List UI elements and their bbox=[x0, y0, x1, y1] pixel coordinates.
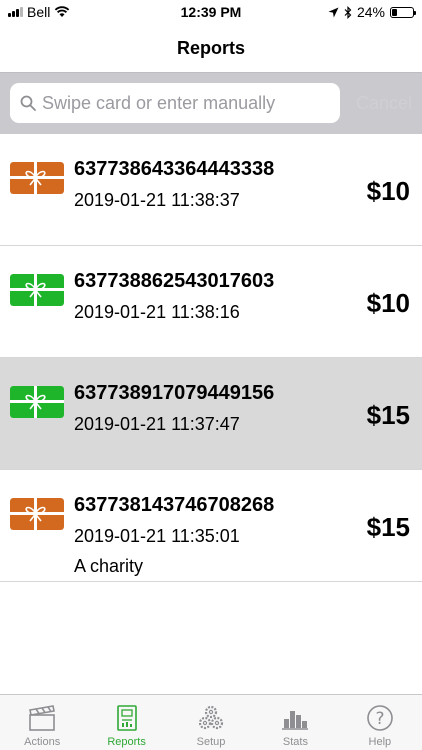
card-amount: $15 bbox=[366, 512, 410, 542]
tab-label: Actions bbox=[24, 736, 61, 748]
gift-card-orange-icon bbox=[10, 162, 64, 194]
card-datetime: 2019-01-21 11:38:16 bbox=[74, 302, 240, 322]
card-number: 637738643364443338 bbox=[74, 158, 275, 180]
report-row-selected[interactable]: 637738917079449156 2019-01-21 11:37:47 $… bbox=[0, 358, 422, 470]
card-number: 637738143746708268 bbox=[74, 494, 275, 516]
tab-label: Stats bbox=[282, 736, 308, 748]
tab-label: Reports bbox=[107, 736, 146, 748]
card-datetime: 2019-01-21 11:38:37 bbox=[74, 190, 240, 210]
tab-actions[interactable]: Actions bbox=[0, 695, 84, 750]
gift-card-orange-icon bbox=[10, 498, 64, 530]
svg-text:?: ? bbox=[375, 709, 384, 729]
gears-icon bbox=[198, 705, 224, 730]
card-datetime: 2019-01-21 11:37:47 bbox=[74, 414, 240, 434]
bar-chart-icon bbox=[282, 711, 309, 730]
search-input[interactable] bbox=[42, 92, 332, 114]
tab-setup[interactable]: Setup bbox=[169, 695, 253, 750]
tab-stats[interactable]: Stats bbox=[253, 695, 337, 750]
report-icon bbox=[116, 705, 137, 731]
battery-percent: 24% bbox=[356, 4, 385, 20]
tab-bar: Actions Reports Setup Stats ? Help bbox=[0, 694, 422, 750]
tab-help[interactable]: ? Help bbox=[338, 695, 422, 750]
cancel-button[interactable]: Cancel bbox=[356, 93, 412, 114]
tab-label: Setup bbox=[196, 736, 226, 748]
status-right: 24% bbox=[328, 4, 416, 20]
gift-card-green-icon bbox=[10, 386, 64, 418]
nav-bar: Reports bbox=[0, 24, 422, 72]
report-row[interactable]: 637738643364443338 2019-01-21 11:38:37 $… bbox=[0, 134, 422, 246]
battery-icon bbox=[390, 6, 416, 18]
card-note: A charity bbox=[74, 556, 144, 576]
card-amount: $15 bbox=[366, 400, 410, 430]
status-bar: Bell 12:39 PM 24% bbox=[0, 0, 422, 24]
help-icon: ? bbox=[367, 705, 393, 731]
report-row[interactable]: 637738143746708268 2019-01-21 11:35:01 A… bbox=[0, 470, 422, 582]
gift-card-green-icon bbox=[10, 274, 64, 306]
report-row[interactable]: 637738862543017603 2019-01-21 11:38:16 $… bbox=[0, 246, 422, 358]
card-number: 637738917079449156 bbox=[74, 382, 275, 404]
page-title: Reports bbox=[176, 37, 245, 58]
card-amount: $10 bbox=[366, 288, 410, 318]
tab-reports[interactable]: Reports bbox=[84, 695, 168, 750]
search-field[interactable] bbox=[10, 83, 340, 123]
card-datetime: 2019-01-21 11:35:01 bbox=[74, 526, 240, 546]
card-amount: $10 bbox=[366, 176, 410, 206]
battery-fill bbox=[392, 8, 397, 16]
search-bar: Cancel bbox=[0, 72, 422, 134]
bluetooth-icon bbox=[344, 5, 352, 19]
location-arrow-icon bbox=[328, 7, 339, 17]
report-list: 637738643364443338 2019-01-21 11:38:37 $… bbox=[0, 134, 422, 582]
card-number: 637738862543017603 bbox=[74, 270, 275, 292]
search-icon bbox=[20, 95, 36, 111]
clapperboard-icon bbox=[29, 705, 56, 731]
tab-label: Help bbox=[368, 736, 392, 748]
